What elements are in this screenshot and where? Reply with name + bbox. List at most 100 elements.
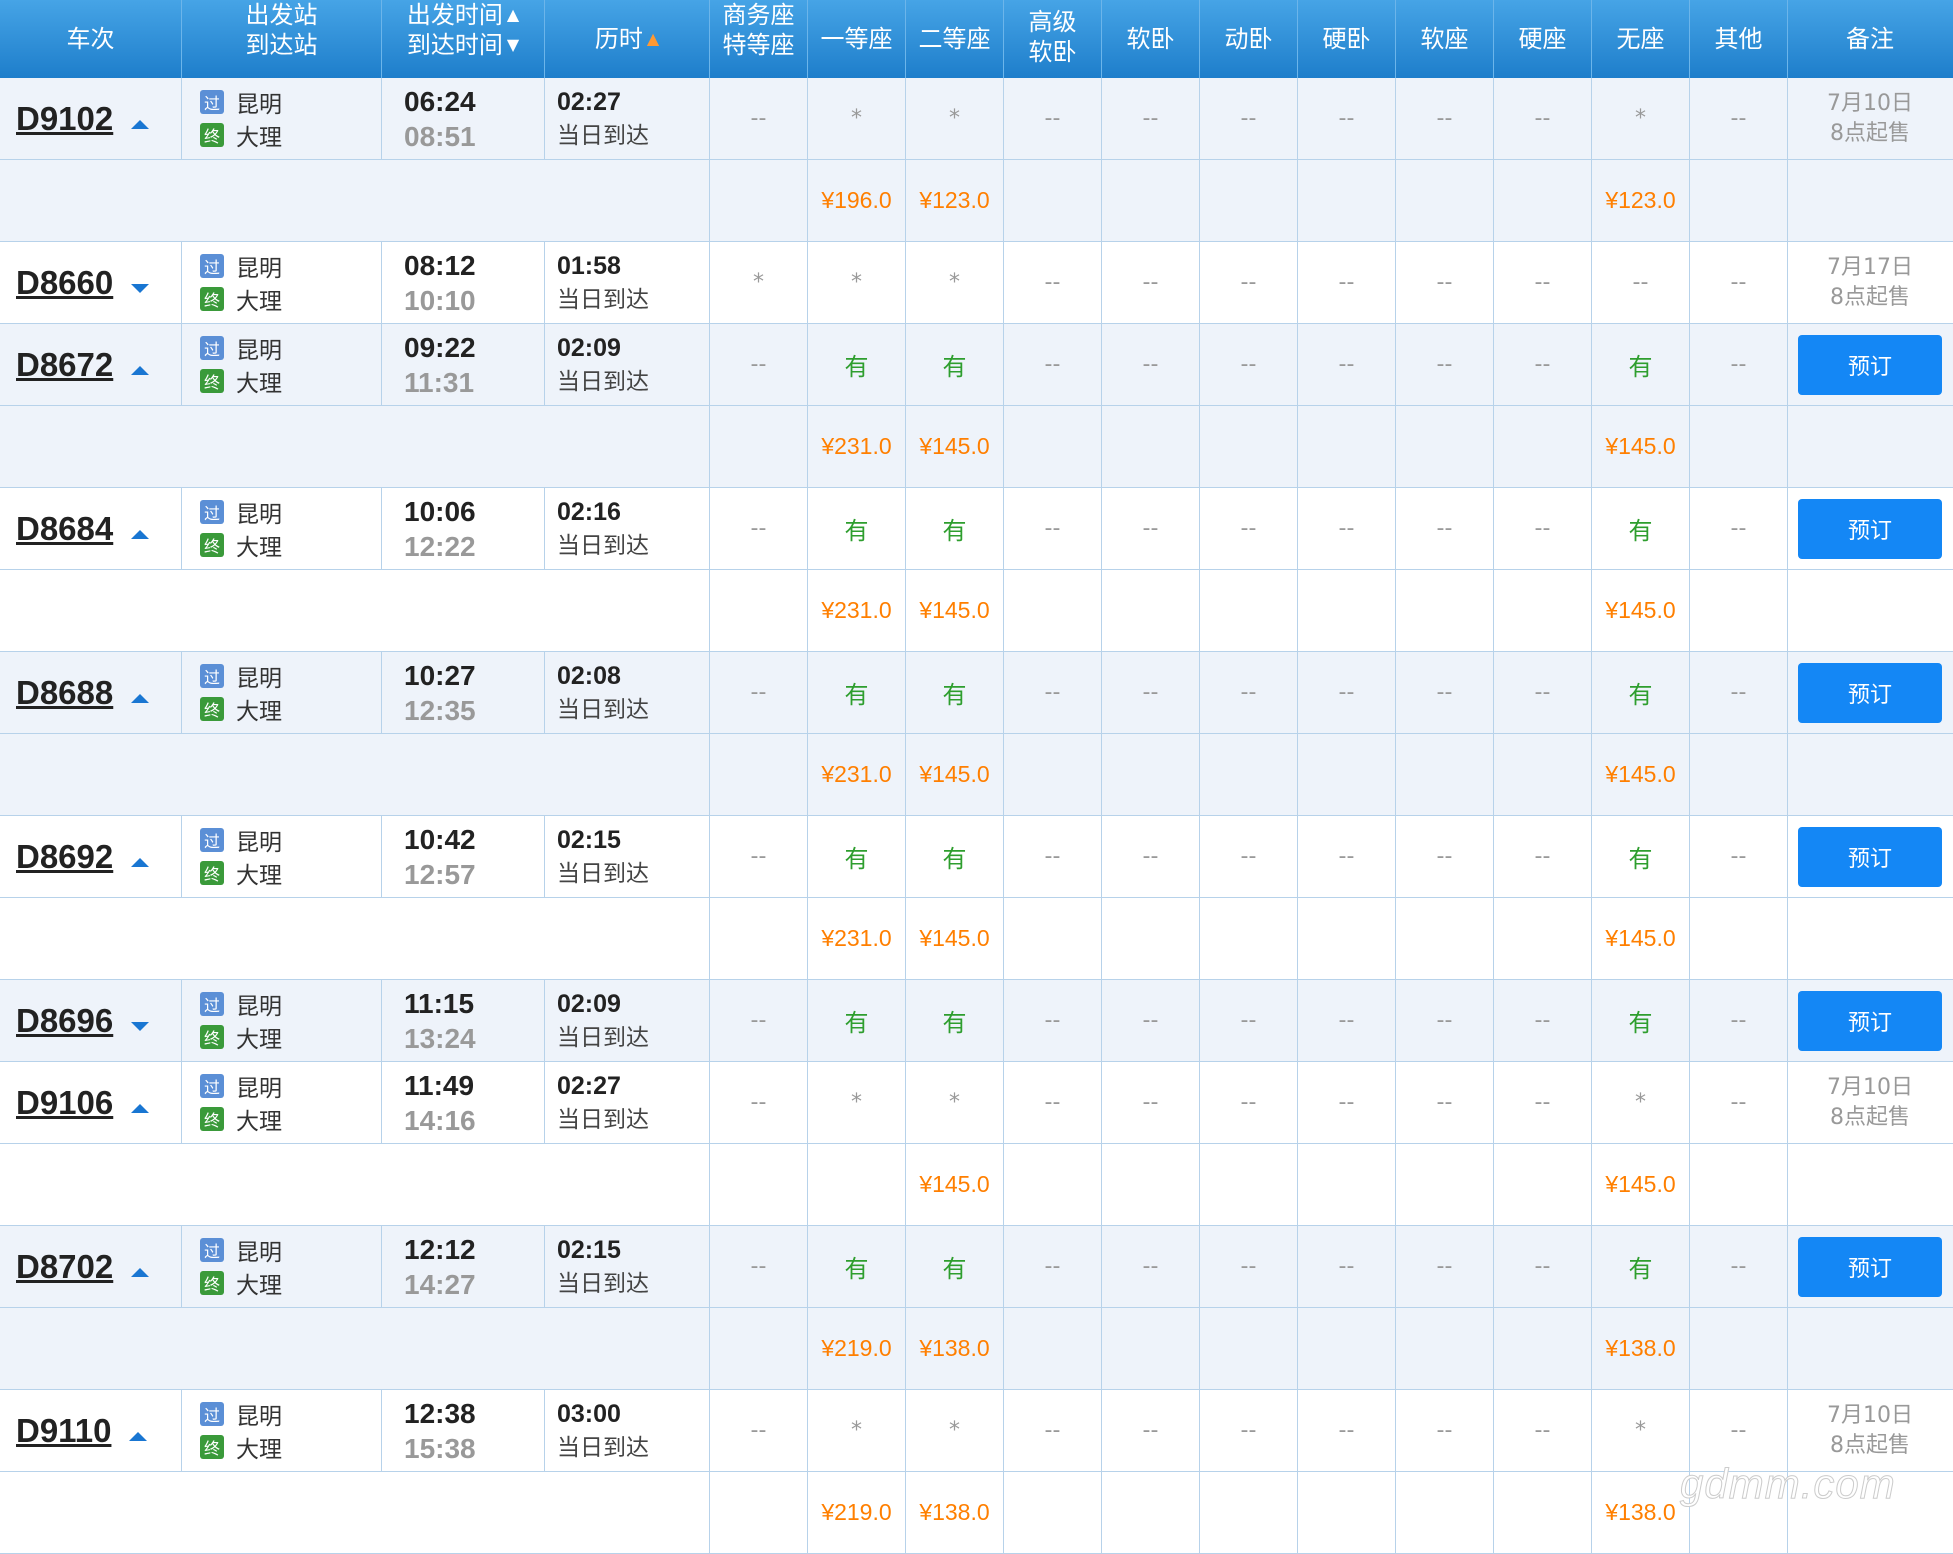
seat-availability: 有	[942, 353, 967, 381]
to-station-name[interactable]: 大理	[236, 282, 282, 316]
header-arr-label: 到达时间	[406, 31, 503, 59]
from-station-name[interactable]: 昆明	[236, 249, 282, 283]
expand-down-icon[interactable]	[131, 1022, 150, 1031]
train-number-link[interactable]: D8660	[16, 264, 113, 302]
expand-up-icon[interactable]	[131, 1104, 150, 1113]
arrival-note: 当日到达	[557, 1270, 649, 1297]
expand-up-icon[interactable]	[131, 366, 150, 375]
to-station-name[interactable]: 大理	[236, 856, 282, 890]
from-station-name[interactable]: 昆明	[236, 1233, 282, 1267]
price-cell	[1102, 1144, 1200, 1225]
from-station-name[interactable]: 昆明	[236, 659, 282, 693]
from-station-name[interactable]: 昆明	[236, 1397, 282, 1431]
train-number-link[interactable]: D9110	[16, 1412, 111, 1450]
to-station-name[interactable]: 大理	[236, 1266, 282, 1300]
price-cell: ¥145.0	[906, 734, 1004, 815]
seat-availability: 有	[942, 1009, 967, 1037]
expand-up-icon[interactable]	[131, 694, 150, 703]
header-duration[interactable]: 历时 ▲	[545, 0, 710, 78]
train-number-link[interactable]: D8688	[16, 674, 113, 712]
seat-cell: *	[808, 1390, 906, 1471]
to-station-name[interactable]: 大理	[236, 1102, 282, 1136]
expand-up-icon[interactable]	[129, 1432, 148, 1441]
price-row: ¥231.0 ¥145.0 ¥145.0	[0, 570, 1953, 652]
price-cell	[1004, 406, 1102, 487]
seat-cell: --	[1102, 1062, 1200, 1143]
arrival-note: 当日到达	[557, 368, 649, 395]
book-button[interactable]: 预订	[1798, 826, 1942, 887]
departure-time: 12:38	[404, 1397, 476, 1429]
price-cell: ¥138.0	[906, 1472, 1004, 1553]
seat-availability: *	[851, 1418, 862, 1443]
train-number-link[interactable]: D9106	[16, 1084, 113, 1122]
sort-down-icon[interactable]: ▼	[507, 30, 519, 60]
seat-cell: --	[1102, 488, 1200, 569]
arrival-time: 12:57	[404, 858, 476, 890]
header-duration-line: 历时 ▲	[595, 24, 659, 54]
price-cell	[710, 1144, 808, 1225]
seat-cell: --	[1494, 816, 1592, 897]
seat-price: ¥231.0	[821, 433, 892, 459]
seat-cell: --	[1102, 242, 1200, 323]
seat-availability: --	[1730, 270, 1747, 295]
expand-up-icon[interactable]	[131, 530, 150, 539]
to-station-name[interactable]: 大理	[236, 118, 282, 152]
header-business: 商务座 特等座	[710, 0, 808, 78]
arrival-time: 12:22	[404, 530, 476, 562]
to-station-name[interactable]: 大理	[236, 364, 282, 398]
seat-availability: 有	[844, 517, 869, 545]
time-cell: 06:24 08:51	[382, 78, 545, 159]
train-number-cell: D8692	[0, 816, 182, 897]
sort-active-icon[interactable]: ▲	[647, 24, 659, 54]
time-cell: 11:49 14:16	[382, 1062, 545, 1143]
price-cell	[1102, 1472, 1200, 1553]
book-button[interactable]: 预订	[1798, 1236, 1942, 1297]
train-number-link[interactable]: D8672	[16, 346, 113, 384]
book-button[interactable]: 预订	[1798, 498, 1942, 559]
book-button[interactable]: 预订	[1798, 334, 1942, 395]
price-label-cell	[0, 1144, 710, 1225]
expand-up-icon[interactable]	[131, 1268, 150, 1277]
sort-up-icon[interactable]: ▲	[507, 0, 519, 30]
seat-availability: --	[1534, 844, 1551, 869]
seat-availability: --	[1044, 1008, 1061, 1033]
pass-station-icon: 过	[200, 336, 224, 360]
train-number-link[interactable]: D9102	[16, 100, 113, 138]
expand-down-icon[interactable]	[131, 284, 150, 293]
time-cell: 12:38 15:38	[382, 1390, 545, 1471]
from-station-name[interactable]: 昆明	[236, 495, 282, 529]
from-station-name[interactable]: 昆明	[236, 331, 282, 365]
book-button[interactable]: 预订	[1798, 662, 1942, 723]
train-number-cell: D8672	[0, 324, 182, 405]
train-number-link[interactable]: D8702	[16, 1248, 113, 1286]
train-number-link[interactable]: D8692	[16, 838, 113, 876]
remark-cell: 预订	[1788, 1226, 1952, 1307]
seat-availability: 有	[1628, 845, 1653, 873]
seat-availability: --	[1142, 352, 1159, 377]
to-station-name[interactable]: 大理	[236, 528, 282, 562]
train-number-link[interactable]: D8684	[16, 510, 113, 548]
from-station-name[interactable]: 昆明	[236, 1069, 282, 1103]
seat-price: ¥123.0	[919, 187, 990, 213]
expand-up-icon[interactable]	[131, 858, 150, 867]
header-times[interactable]: 出发时间 ▲ 到达时间 ▼	[382, 0, 545, 78]
to-station-name[interactable]: 大理	[236, 1430, 282, 1464]
from-station-name[interactable]: 昆明	[236, 987, 282, 1021]
expand-up-icon[interactable]	[131, 120, 150, 129]
header-train[interactable]: 车次	[0, 0, 182, 78]
train-number-link[interactable]: D8696	[16, 1002, 113, 1040]
time-cell: 10:06 12:22	[382, 488, 545, 569]
price-cell: ¥145.0	[906, 406, 1004, 487]
from-station-name[interactable]: 昆明	[236, 85, 282, 119]
seat-availability: --	[1044, 516, 1061, 541]
from-station-name[interactable]: 昆明	[236, 823, 282, 857]
duration-cell: 02:27 当日到达	[545, 78, 710, 159]
seat-cell: 有	[808, 816, 906, 897]
seat-cell: --	[1004, 980, 1102, 1061]
seat-cell: --	[1396, 242, 1494, 323]
header-stations[interactable]: 出发站 到达站	[182, 0, 382, 78]
to-station-name[interactable]: 大理	[236, 692, 282, 726]
to-station-name[interactable]: 大理	[236, 1020, 282, 1054]
book-button[interactable]: 预订	[1798, 990, 1942, 1051]
seat-cell: --	[1690, 816, 1788, 897]
